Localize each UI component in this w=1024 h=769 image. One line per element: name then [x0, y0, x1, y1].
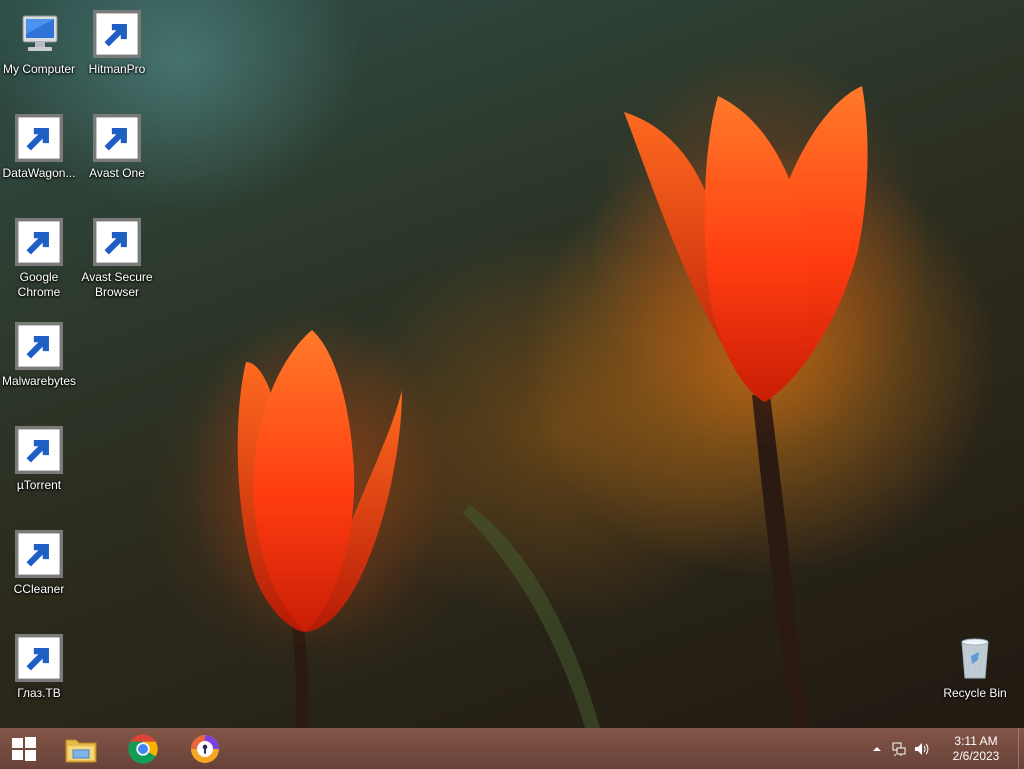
desktop-icon-google-chrome[interactable]: Google Chrome [0, 212, 78, 310]
desktop-icon-glaz-tv[interactable]: Глаз.ТВ [0, 628, 78, 726]
shortcut-arrow-icon [15, 218, 63, 266]
hitmanpro-icon [93, 10, 141, 58]
icon-label: Avast One [89, 166, 145, 180]
icon-label: Malwarebytes [2, 374, 77, 388]
shortcut-arrow-icon [93, 114, 141, 162]
file-icon [15, 426, 63, 474]
avast-secure-browser-icon [191, 735, 219, 763]
malwarebytes-icon [15, 322, 63, 370]
desktop-icon-my-computer[interactable]: My Computer [0, 4, 78, 102]
shortcut-arrow-icon [15, 426, 63, 474]
icon-label: Recycle Bin [943, 686, 1007, 700]
shortcut-arrow-icon [15, 634, 63, 682]
recycle-bin-icon [951, 634, 999, 682]
icon-label: Google Chrome [17, 270, 61, 299]
ccleaner-icon [15, 530, 63, 578]
desktop-icon-malwarebytes[interactable]: Malwarebytes [0, 316, 78, 414]
shortcut-arrow-icon [15, 322, 63, 370]
avast-one-icon [93, 114, 141, 162]
windows-logo-icon [12, 737, 36, 761]
glaz-tv-icon [15, 634, 63, 682]
shortcut-arrow-icon [93, 10, 141, 58]
icon-label: Avast Secure Browser [81, 270, 153, 299]
icon-label: µTorrent [16, 478, 62, 492]
chrome-icon [128, 734, 158, 764]
clock-time: 3:11 AM [954, 734, 998, 748]
datawagon-icon [15, 114, 63, 162]
network-icon[interactable] [888, 729, 910, 769]
desktop-icon-avast-secure-browser[interactable]: Avast Secure Browser [78, 212, 156, 310]
computer-icon [15, 10, 63, 58]
icon-label: CCleaner [13, 582, 65, 596]
desktop-icon-ccleaner[interactable]: CCleaner [0, 524, 78, 622]
show-desktop-button[interactable] [1018, 729, 1024, 769]
desktop-icon-hitmanpro[interactable]: HitmanPro [78, 4, 156, 102]
shortcut-arrow-icon [15, 114, 63, 162]
taskbar-chrome[interactable] [119, 729, 167, 769]
shortcut-arrow-icon [15, 530, 63, 578]
shortcut-arrow-icon [93, 218, 141, 266]
show-hidden-icons-icon[interactable] [866, 729, 888, 769]
taskbar: 3:11 AM 2/6/2023 [0, 728, 1024, 769]
volume-icon[interactable] [910, 729, 932, 769]
start-button[interactable] [0, 729, 48, 769]
clock-date: 2/6/2023 [952, 749, 1000, 763]
file-explorer-icon [65, 739, 97, 763]
icon-label: HitmanPro [88, 62, 146, 76]
desktop-icon-recycle-bin[interactable]: Recycle Bin [936, 628, 1014, 726]
taskbar-avast-secure-browser[interactable] [181, 729, 229, 769]
desktop-icon-utorrent[interactable]: µTorrent [0, 420, 78, 518]
avast-secure-browser-icon [93, 218, 141, 266]
icon-label: DataWagon... [2, 166, 76, 180]
desktop-icon-datawagon[interactable]: DataWagon... [0, 108, 78, 206]
chrome-icon [15, 218, 63, 266]
icon-label: My Computer [2, 62, 76, 76]
taskbar-file-explorer[interactable] [57, 729, 105, 769]
system-tray: 3:11 AM 2/6/2023 [866, 729, 1024, 769]
desktop[interactable]: My Computer DataWagon... Google Chrome M… [0, 0, 1024, 728]
desktop-icon-avast-one[interactable]: Avast One [78, 108, 156, 206]
taskbar-clock[interactable]: 3:11 AM 2/6/2023 [942, 729, 1010, 769]
icon-label: Глаз.ТВ [17, 686, 61, 700]
